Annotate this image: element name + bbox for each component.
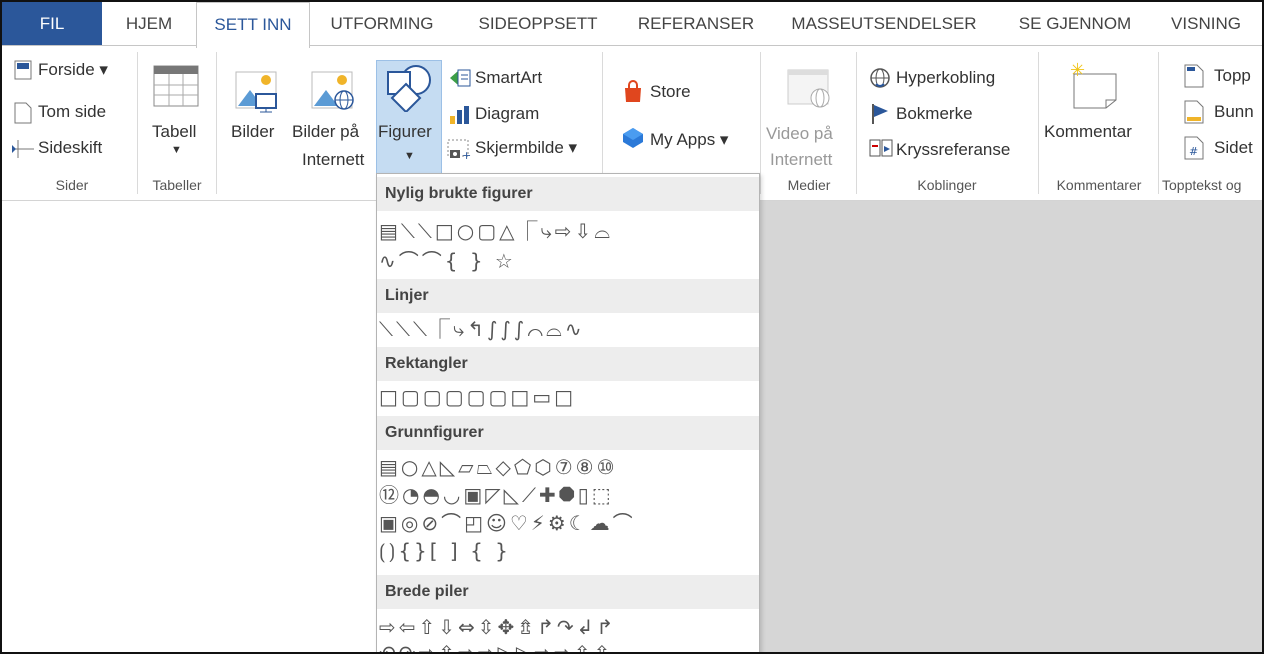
shape-row[interactable]: □▢▢▢▢▢□▭□ [379, 384, 576, 410]
kommentar-button[interactable]: Kommentar [1044, 122, 1132, 142]
tab-hjem[interactable]: HJEM [110, 2, 188, 45]
tab-sideoppsett[interactable]: SIDEOPPSETT [458, 2, 618, 45]
group-separator [1038, 52, 1039, 194]
chevron-down-icon: ▼ [171, 144, 182, 156]
tab-se-gjennom[interactable]: SE GJENNOM [1000, 2, 1150, 45]
shape-row[interactable]: ⟍⟍⟍⎾⤷↰∫∫∫⌒⌓∿ [379, 316, 585, 342]
tab-referanser[interactable]: REFERANSER [626, 2, 766, 45]
shape-row[interactable]: ⇨⇦⇧⇩⇔⇳✥⇯↱↷↲↱ [379, 614, 616, 640]
footer-icon [1184, 100, 1204, 124]
bunntekst-button[interactable]: Bunn [1214, 102, 1254, 122]
page-number-icon: # [1184, 136, 1204, 160]
blank-page-icon [14, 102, 32, 124]
shapes-icon [387, 65, 431, 112]
my-apps-icon [623, 128, 643, 148]
tab-fil[interactable]: FIL [2, 2, 102, 45]
video-pa-internett-line2: Internett [770, 150, 833, 169]
shape-row[interactable]: ▤⟍⟍□○▢△⎾⤷⇨⇩⌓ [379, 218, 613, 244]
svg-text:+: + [462, 149, 471, 160]
tab-utforming[interactable]: UTFORMING [316, 2, 448, 45]
bilder-button[interactable]: Bilder [231, 122, 274, 142]
table-icon[interactable] [152, 64, 200, 108]
tab-visning[interactable]: VISNING [1156, 2, 1256, 45]
bookmark-icon [872, 104, 888, 124]
shape-row[interactable]: ▣◎⊘⌒◰☺♡⚡⚙☾☁⌒ [379, 510, 636, 536]
svg-text:#: # [1189, 145, 1198, 158]
section-header: Grunnfigurer [377, 416, 759, 450]
bilder-pa-internett-line2: Internett [302, 150, 365, 169]
header-icon [1184, 64, 1204, 88]
group-label-topptekst: Topptekst og [1162, 177, 1242, 193]
online-video-icon[interactable] [784, 66, 834, 112]
bilder-pa-internett-button[interactable]: Bilder på [292, 122, 359, 142]
online-pictures-icon[interactable] [308, 68, 358, 114]
store-button[interactable]: Store [650, 82, 691, 102]
topptekst-button[interactable]: Topp [1214, 66, 1251, 86]
shape-row[interactable]: ⑫◔◓◡▣◸◺⟋✚⯃▯⬚ [379, 482, 614, 508]
group-label-koblinger: Koblinger [917, 177, 977, 193]
group-separator [760, 52, 761, 194]
group-separator [137, 52, 138, 194]
section-header: Rektangler [377, 347, 759, 381]
cross-reference-icon [869, 139, 893, 157]
video-pa-internett-button[interactable]: Video på [766, 124, 833, 144]
group-label-medier: Medier [787, 177, 831, 193]
section-header: Nylig brukte figurer [377, 177, 759, 211]
tab-sett-inn[interactable]: SETT INN [196, 2, 310, 48]
sidetall-button[interactable]: Sidet [1214, 138, 1253, 158]
group-separator [1158, 52, 1159, 194]
smartart-icon [450, 69, 471, 87]
group-label-kommentarer: Kommentarer [1056, 177, 1142, 193]
document-page[interactable] [2, 201, 376, 652]
chart-icon [450, 106, 469, 124]
store-icon [625, 80, 641, 102]
hyperlink-icon [870, 68, 890, 88]
tabell-button[interactable]: Tabell [152, 122, 196, 142]
group-separator [856, 52, 857, 194]
ribbon-tabs: FIL HJEM SETT INN UTFORMING SIDEOPPSETT … [2, 2, 1262, 48]
tab-masseutsendelser[interactable]: MASSEUTSENDELSER [776, 2, 992, 45]
shape-row[interactable]: ▤○△◺▱⏢◇⬠⬡⑦⑧⑩ [379, 454, 618, 480]
bokmerke-button[interactable]: Bokmerke [896, 104, 973, 124]
document-background [758, 201, 1262, 652]
shape-row[interactable]: ∿⌒⌒{ } ☆ [379, 248, 516, 274]
my-apps-button[interactable]: My Apps ▾ [650, 130, 728, 150]
cover-page-icon [14, 60, 32, 80]
sideskift-button[interactable]: Sideskift [38, 138, 102, 158]
group-separator [216, 52, 217, 194]
shape-row[interactable]: ↶↷⇨⇧⇨⇨▷▷⇨⇨⇧⇧ [379, 640, 613, 652]
pictures-icon[interactable] [232, 68, 282, 114]
smartart-button[interactable]: SmartArt [475, 68, 542, 88]
shape-row[interactable]: ⟮⟯{}[ ] { } [379, 538, 511, 564]
page-break-icon [12, 140, 34, 158]
section-header: Brede piler [377, 575, 759, 609]
group-label-tabeller: Tabeller [152, 177, 202, 193]
shapes-gallery: Nylig brukte figurer ▤⟍⟍□○▢△⎾⤷⇨⇩⌓ ∿⌒⌒{ }… [376, 173, 760, 652]
section-header: Linjer [377, 279, 759, 313]
skjermbilde-button[interactable]: Skjermbilde ▾ [475, 138, 577, 158]
window: FIL HJEM SETT INN UTFORMING SIDEOPPSETT … [0, 0, 1264, 654]
hyperkobling-button[interactable]: Hyperkobling [896, 68, 995, 88]
svg-text:✳: ✳ [1070, 60, 1085, 81]
chevron-down-icon: ▼ [404, 150, 415, 162]
screenshot-icon: + [447, 139, 471, 160]
comment-icon[interactable]: ✳ [1068, 60, 1122, 112]
group-label-sider: Sider [55, 177, 89, 193]
diagram-button[interactable]: Diagram [475, 104, 539, 124]
forside-button[interactable]: Forside ▾ [38, 60, 108, 80]
figurer-label: Figurer [378, 122, 432, 141]
tom-side-button[interactable]: Tom side [38, 102, 106, 122]
kryssreferanse-button[interactable]: Kryssreferanse [896, 140, 1010, 160]
